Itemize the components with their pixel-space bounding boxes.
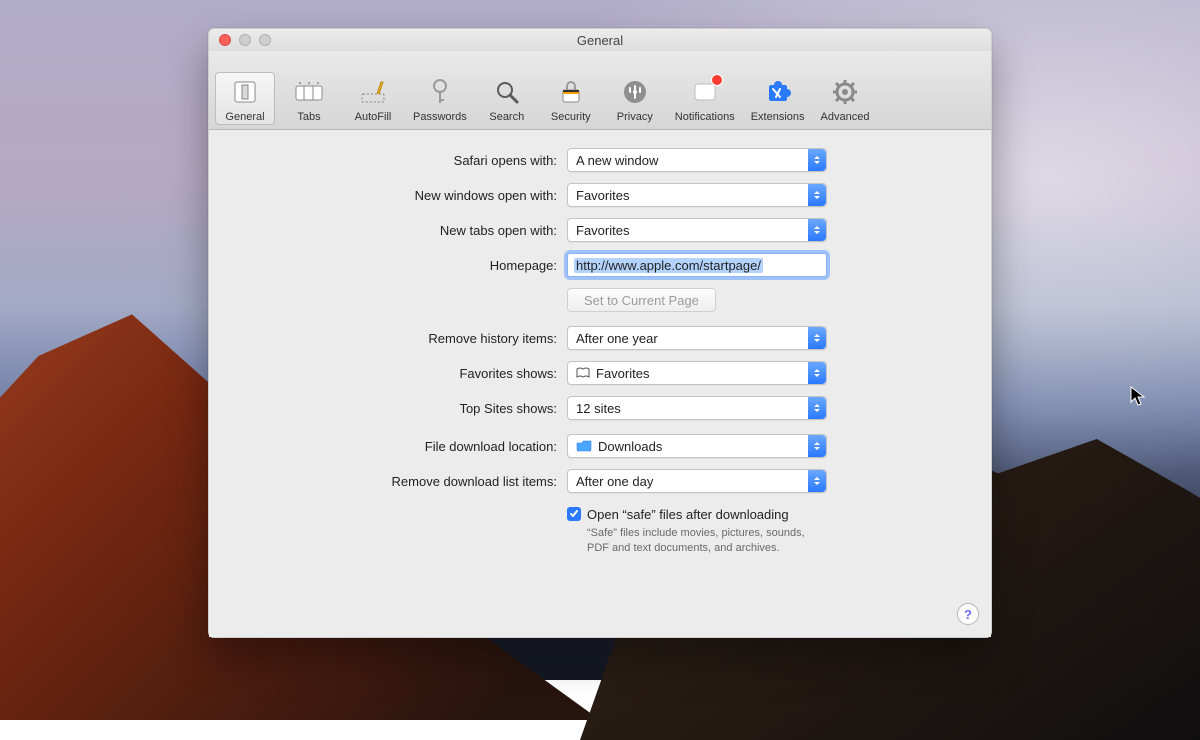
tab-label: AutoFill	[355, 111, 392, 123]
new-windows-label: New windows open with:	[237, 188, 567, 203]
tab-label: Tabs	[297, 111, 320, 123]
new-tabs-select[interactable]: Favorites	[567, 218, 827, 242]
book-icon	[576, 367, 590, 379]
favorites-shows-select[interactable]: Favorites	[567, 361, 827, 385]
help-button[interactable]: ?	[957, 603, 979, 625]
remove-history-select[interactable]: After one year	[567, 326, 827, 350]
tab-notifications[interactable]: Notifications	[669, 72, 741, 125]
chevrons-icon	[808, 470, 826, 492]
notifications-icon	[689, 76, 721, 108]
folder-icon	[576, 440, 592, 452]
zoom-window-button[interactable]	[259, 34, 271, 46]
tab-label: Privacy	[617, 111, 653, 123]
general-icon	[229, 76, 261, 108]
tab-advanced[interactable]: Advanced	[815, 72, 876, 125]
set-current-page-button[interactable]: Set to Current Page	[567, 288, 716, 312]
tab-search[interactable]: Search	[477, 72, 537, 125]
remove-downloads-value: After one day	[576, 474, 653, 489]
autofill-icon	[357, 76, 389, 108]
new-windows-value: Favorites	[576, 188, 629, 203]
tab-label: Passwords	[413, 111, 467, 123]
extensions-icon	[762, 76, 794, 108]
key-icon	[424, 76, 456, 108]
homepage-value: http://www.apple.com/startpage/	[574, 258, 763, 273]
tab-security[interactable]: Security	[541, 72, 601, 125]
new-windows-select[interactable]: Favorites	[567, 183, 827, 207]
preferences-toolbar: General Tabs AutoFill Passwords Search	[209, 51, 991, 130]
download-location-value: Downloads	[598, 439, 662, 454]
tab-label: Extensions	[751, 111, 805, 123]
chevrons-icon	[808, 327, 826, 349]
homepage-field[interactable]: http://www.apple.com/startpage/	[567, 253, 827, 277]
titlebar: General	[209, 29, 991, 51]
chevrons-icon	[808, 184, 826, 206]
lock-icon	[555, 76, 587, 108]
chevrons-icon	[808, 397, 826, 419]
homepage-label: Homepage:	[237, 258, 567, 273]
favorites-shows-label: Favorites shows:	[237, 366, 567, 381]
open-safe-files-label: Open “safe” files after downloading	[587, 507, 827, 522]
window-controls	[219, 34, 271, 46]
new-tabs-label: New tabs open with:	[237, 223, 567, 238]
new-tabs-value: Favorites	[576, 223, 629, 238]
notification-badge-icon	[711, 74, 723, 86]
tab-label: Advanced	[821, 111, 870, 123]
set-current-page-label: Set to Current Page	[584, 293, 699, 308]
safari-opens-select[interactable]: A new window	[567, 148, 827, 172]
tab-label: Search	[489, 111, 524, 123]
general-pane: Safari opens with: A new window New wind…	[209, 130, 991, 637]
tab-label: Security	[551, 111, 591, 123]
tab-autofill[interactable]: AutoFill	[343, 72, 403, 125]
tab-passwords[interactable]: Passwords	[407, 72, 473, 125]
top-sites-label: Top Sites shows:	[237, 401, 567, 416]
tab-privacy[interactable]: Privacy	[605, 72, 665, 125]
window-title: General	[577, 33, 623, 48]
privacy-icon	[619, 76, 651, 108]
chevrons-icon	[808, 219, 826, 241]
minimize-window-button[interactable]	[239, 34, 251, 46]
safari-opens-label: Safari opens with:	[237, 153, 567, 168]
tab-extensions[interactable]: Extensions	[745, 72, 811, 125]
chevrons-icon	[808, 362, 826, 384]
chevrons-icon	[808, 435, 826, 457]
open-safe-files-description: “Safe” files include movies, pictures, s…	[587, 526, 827, 556]
open-safe-files-checkbox[interactable]	[567, 507, 581, 521]
preferences-window: General General Tabs AutoFill Password	[208, 28, 992, 638]
tab-label: Notifications	[675, 111, 735, 123]
remove-history-label: Remove history items:	[237, 331, 567, 346]
download-location-select[interactable]: Downloads	[567, 434, 827, 458]
top-sites-select[interactable]: 12 sites	[567, 396, 827, 420]
remove-history-value: After one year	[576, 331, 658, 346]
favorites-shows-value: Favorites	[596, 366, 649, 381]
download-location-label: File download location:	[237, 439, 567, 454]
tabs-icon	[293, 76, 325, 108]
remove-downloads-label: Remove download list items:	[237, 474, 567, 489]
remove-downloads-select[interactable]: After one day	[567, 469, 827, 493]
gear-icon	[829, 76, 861, 108]
safari-opens-value: A new window	[576, 153, 658, 168]
help-label: ?	[964, 607, 972, 622]
chevrons-icon	[808, 149, 826, 171]
tab-label: General	[225, 111, 264, 123]
tab-general[interactable]: General	[215, 72, 275, 125]
top-sites-value: 12 sites	[576, 401, 621, 416]
tab-tabs[interactable]: Tabs	[279, 72, 339, 125]
search-icon	[491, 76, 523, 108]
close-window-button[interactable]	[219, 34, 231, 46]
